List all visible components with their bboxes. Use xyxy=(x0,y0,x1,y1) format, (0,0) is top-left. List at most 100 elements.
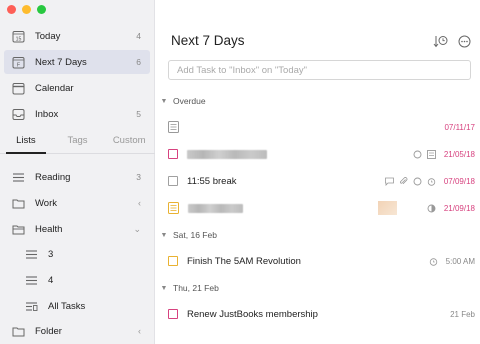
due-time: 5:00 AM xyxy=(445,256,475,266)
sidebar-item-label: Reading xyxy=(35,171,71,183)
section-label: Overdue xyxy=(173,96,206,106)
blurred-tag xyxy=(378,201,397,215)
chevron-left-icon[interactable]: ‹ xyxy=(138,326,141,336)
reminder-clock-icon xyxy=(427,176,437,186)
calendar-icon xyxy=(11,81,25,95)
task-meta: 07/11/17 xyxy=(441,123,475,132)
sidebar-item-label: Today xyxy=(35,30,61,42)
list-icon xyxy=(24,273,38,287)
add-task-input[interactable] xyxy=(168,60,471,80)
window-controls xyxy=(7,5,46,14)
all-tasks-icon xyxy=(24,299,38,313)
sidebar-item-today[interactable]: 15 Today 4 xyxy=(4,24,150,48)
calendar-day-icon: 15 xyxy=(11,29,25,43)
list-icon xyxy=(24,247,38,261)
folder-icon xyxy=(11,324,25,338)
disclosure-triangle-icon[interactable]: ▼ xyxy=(159,98,169,105)
task-row[interactable]: 21/05/18 xyxy=(168,143,475,165)
due-date: 07/11/17 xyxy=(444,122,475,132)
task-title[interactable]: Finish The 5AM Revolution xyxy=(187,256,301,267)
sidebar-item-list-3[interactable]: 3 xyxy=(4,242,150,266)
sidebar-item-all-tasks[interactable]: All Tasks xyxy=(4,294,150,318)
sidebar-item-calendar[interactable]: Calendar xyxy=(4,76,150,100)
task-meta: 21/09/18 xyxy=(427,203,475,213)
task-row[interactable]: 11:55 break 07/09/18 xyxy=(168,170,475,192)
progress-icon xyxy=(413,149,423,159)
tab-tags[interactable]: Tags xyxy=(52,130,104,153)
task-count: 4 xyxy=(136,31,141,41)
sidebar-item-health[interactable]: Health ⌄ xyxy=(4,217,150,241)
task-row[interactable]: Renew JustBooks membership 21 Feb xyxy=(168,303,475,325)
disclosure-triangle-icon[interactable]: ▼ xyxy=(159,232,169,239)
task-title[interactable]: 11:55 break xyxy=(187,176,236,187)
calendar-week-icon: F xyxy=(11,55,25,69)
section-label: Thu, 21 Feb xyxy=(173,283,219,293)
tab-lists[interactable]: Lists xyxy=(0,130,52,154)
sidebar-item-reading[interactable]: Reading 3 xyxy=(4,165,150,189)
list-icon xyxy=(11,170,25,184)
note-checkbox-icon[interactable] xyxy=(168,121,179,133)
due-date: 21/09/18 xyxy=(443,203,475,213)
svg-text:15: 15 xyxy=(15,36,21,42)
sidebar-item-label: Folder xyxy=(35,325,62,337)
task-count: 6 xyxy=(136,57,141,67)
sidebar-item-folder[interactable]: Folder ‹ xyxy=(4,319,150,343)
task-row[interactable]: 21/09/18 xyxy=(168,197,475,219)
chevron-down-icon[interactable]: ⌄ xyxy=(133,224,141,235)
tab-custom[interactable]: Custom xyxy=(103,130,155,153)
reminder-clock-icon xyxy=(429,256,439,266)
progress-half-icon xyxy=(427,203,437,213)
inbox-icon xyxy=(11,107,25,121)
sidebar-item-list-4[interactable]: 4 xyxy=(4,268,150,292)
task-count: 5 xyxy=(136,109,141,119)
attachment-icon xyxy=(399,176,409,186)
task-checkbox[interactable] xyxy=(168,309,178,319)
task-checkbox[interactable] xyxy=(168,176,178,186)
sidebar-item-label: Calendar xyxy=(35,82,74,94)
sidebar-item-label: Health xyxy=(35,223,63,235)
sort-by-time-icon[interactable] xyxy=(432,33,448,49)
zoom-window-button[interactable] xyxy=(37,5,46,14)
task-meta: 21/05/18 xyxy=(413,149,475,159)
sidebar-item-inbox[interactable]: Inbox 5 xyxy=(4,102,150,126)
more-options-icon[interactable] xyxy=(456,33,472,49)
task-title[interactable]: Renew JustBooks membership xyxy=(187,309,318,320)
section-header-sat-16-feb[interactable]: ▼ Sat, 16 Feb xyxy=(159,228,475,242)
section-label: Sat, 16 Feb xyxy=(173,230,217,240)
note-checkbox-icon[interactable] xyxy=(168,202,179,214)
task-row[interactable]: Finish The 5AM Revolution 5:00 AM xyxy=(168,250,475,272)
task-checkbox[interactable] xyxy=(168,256,178,266)
task-list-pane: Next 7 Days ▼ Overdue 07/11/17 21/05/18 … xyxy=(155,0,480,344)
blurred-task-title[interactable] xyxy=(188,203,243,213)
sidebar-item-next-7-days[interactable]: F Next 7 Days 6 xyxy=(4,50,150,74)
close-window-button[interactable] xyxy=(7,5,16,14)
task-meta: 5:00 AM xyxy=(429,256,475,266)
comment-icon xyxy=(385,176,395,186)
sidebar-item-label: Next 7 Days xyxy=(35,56,87,68)
sidebar-item-label: All Tasks xyxy=(48,300,86,312)
section-header-thu-21-feb[interactable]: ▼ Thu, 21 Feb xyxy=(159,281,475,295)
sidebar-item-label: 4 xyxy=(48,274,54,286)
folder-icon xyxy=(11,196,25,210)
sidebar-tabs: Lists Tags Custom xyxy=(0,130,155,154)
sidebar: 15 Today 4 F Next 7 Days 6 Calendar Inbo… xyxy=(0,0,155,344)
section-header-overdue[interactable]: ▼ Overdue xyxy=(159,94,475,108)
sidebar-item-work[interactable]: Work ‹ xyxy=(4,191,150,215)
sidebar-item-label: Inbox xyxy=(35,108,59,120)
due-date: 21/05/18 xyxy=(443,149,475,159)
svg-text:F: F xyxy=(16,62,19,68)
sidebar-item-label: 3 xyxy=(48,248,54,260)
page-title: Next 7 Days xyxy=(171,33,245,48)
folder-open-icon xyxy=(11,222,25,236)
due-date: 07/09/18 xyxy=(443,176,475,186)
task-meta: 21 Feb xyxy=(447,310,475,319)
task-row[interactable]: 07/11/17 xyxy=(168,116,475,138)
task-checkbox[interactable] xyxy=(168,149,178,159)
minimize-window-button[interactable] xyxy=(22,5,31,14)
task-meta: 07/09/18 xyxy=(385,176,475,186)
task-count: 3 xyxy=(136,172,141,182)
disclosure-triangle-icon[interactable]: ▼ xyxy=(159,285,169,292)
chevron-left-icon[interactable]: ‹ xyxy=(138,198,141,208)
due-date: 21 Feb xyxy=(450,309,475,319)
blurred-task-title[interactable] xyxy=(187,149,267,159)
